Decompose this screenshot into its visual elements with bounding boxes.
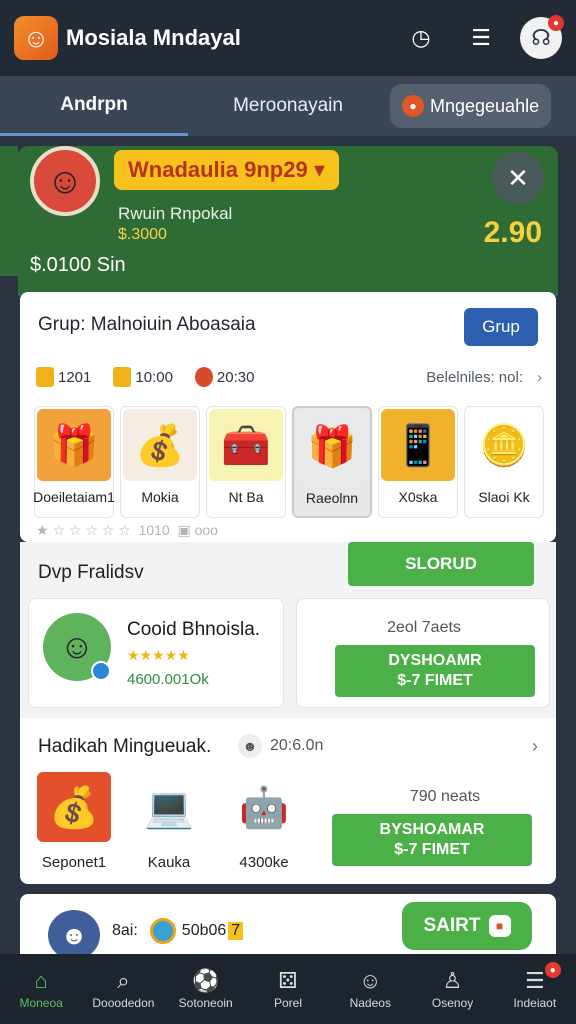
- user-icon: ♙: [442, 968, 463, 993]
- offer-subtitle: 2eol 7aets: [387, 619, 461, 636]
- hero-banner: ☺ Wnadaulia 9np29 ▾ Rwuin Rnpokal $.3000…: [18, 146, 558, 296]
- search-icon: ⌕: [117, 968, 130, 993]
- offer-button[interactable]: DYSHOAMR $-7 FIMET: [335, 645, 535, 697]
- promo-name: Cooid Bhnoisla.: [127, 619, 261, 640]
- star-rating: ★★★★★: [127, 647, 190, 663]
- dice-icon: ⚄: [278, 968, 298, 993]
- top-bar: ☺ Mosiala Mndayal ◷ ☰ ☊ ●: [0, 0, 576, 76]
- offers-title: Dvp Fralidsv: [38, 562, 144, 583]
- coin-icon: [149, 918, 176, 944]
- timer-icon: [113, 367, 132, 387]
- coin-icon: [36, 367, 54, 387]
- item-tiles: 🎁 Doeiletaiam1 💰 Mokia 🧰 Nt Ba 🎁 Raeolnn 📱 X0…: [33, 406, 544, 522]
- highlight-subtitle: 790 neats: [409, 788, 481, 805]
- nav-porel[interactable]: ⚄ Porel: [248, 968, 328, 1010]
- bottom-promo-text: 8ai: 50b06 7: [112, 918, 244, 944]
- nav-nadeos[interactable]: ☺ Nadeos: [330, 968, 410, 1010]
- bottom-nav: ⌂ Moneoa ⌕ Dooodedon ⚽ Sotoneoin ⚄ Porel ☺ Na…: [0, 954, 576, 1024]
- home-icon: ⌂: [34, 968, 48, 993]
- highlight-item[interactable]: 💰 Seponet1: [34, 772, 114, 872]
- nav-indeiaot[interactable]: ☰ Indeiaot ●: [495, 962, 575, 1010]
- fire-icon: [194, 367, 213, 387]
- start-button[interactable]: SAIRT ■: [402, 902, 532, 950]
- gift-icon: 🎁: [295, 410, 369, 482]
- stat-item: 20:30: [194, 367, 254, 387]
- tab-label: Mngegeuahle: [430, 95, 540, 116]
- rating-row: ★ ☆ ☆ ☆ ☆ ☆ 1010 ▣ ooo: [36, 522, 218, 538]
- group-card: Grup: Malnoiuin Aboasaia Grup 1201 10:00…: [20, 292, 556, 542]
- treasure-chest-icon: 💰: [37, 772, 111, 842]
- machine-icon: 🧰: [209, 409, 283, 481]
- robot-icon: 🤖: [227, 772, 301, 842]
- menu-icon[interactable]: ☰: [460, 17, 502, 59]
- group-button[interactable]: Grup: [464, 308, 538, 346]
- tab-andrpn[interactable]: Andrpn: [0, 76, 188, 136]
- promo-value: 4600.001Ok: [127, 671, 209, 688]
- clock-icon[interactable]: ◷: [400, 17, 442, 59]
- highlight-item[interactable]: 🤖 4300ke: [224, 772, 304, 872]
- group-stats: 1201 10:00 20:30 Belelniles: nol: ›: [36, 364, 542, 390]
- tab-meroonayain[interactable]: Meroonayain: [188, 76, 388, 136]
- bottom-promo-card: ☻ 8ai: 50b06 7 SAIRT ■: [20, 894, 556, 960]
- highlight-card: Hadikah Mingueuak. ☻ 20:6.0n › 💰 Seponet1 …: [20, 718, 556, 884]
- mascot-icon: ☻: [48, 910, 100, 960]
- ghost-icon: ☻: [238, 734, 262, 758]
- nav-badge: ●: [544, 962, 561, 978]
- notification-badge: ●: [548, 15, 564, 31]
- tile-item[interactable]: 🎁 Doeiletaiam1: [33, 406, 115, 518]
- notification-icon[interactable]: ☊ ●: [520, 15, 564, 59]
- promo-card[interactable]: ☺ Cooid Bhnoisla. ★★★★★ 4600.001Ok: [28, 598, 284, 708]
- stat-item: 1201: [36, 367, 91, 387]
- gift-box-icon: 🎁: [37, 409, 111, 481]
- hero-balance: $.0100 Sin: [30, 254, 126, 276]
- tab-bar: Andrpn Meroonayain ● Mngegeuahle: [0, 76, 576, 136]
- highlight-item[interactable]: 💻 Kauka: [129, 772, 209, 872]
- group-icon: ☺: [359, 968, 382, 993]
- app-title: Mosiala Mndayal: [66, 25, 241, 50]
- verified-icon: [91, 661, 111, 681]
- nav-search[interactable]: ⌕ Dooodedon: [83, 968, 163, 1010]
- list-icon: ☰: [524, 968, 545, 993]
- nav-sports[interactable]: ⚽ Sotoneoin: [166, 968, 246, 1010]
- close-icon[interactable]: ✕: [492, 152, 544, 204]
- nav-home[interactable]: ⌂ Moneoa: [1, 968, 81, 1010]
- nav-osenoy[interactable]: ♙ Osenoy: [413, 968, 493, 1010]
- tile-item[interactable]: 🧰 Nt Ba: [206, 406, 286, 518]
- treasure-icon: 💰: [123, 409, 197, 481]
- highlight-title: Hadikah Mingueuak.: [38, 736, 212, 757]
- tile-item[interactable]: 🪙 Slaoi Kk: [464, 406, 544, 518]
- hero-badge: Wnadaulia 9np29 ▾: [114, 150, 339, 190]
- slorud-button[interactable]: SLORUD: [348, 542, 534, 586]
- tile-item-selected[interactable]: 🎁 Raeolnn: [292, 406, 372, 518]
- highlight-button[interactable]: BYSHOAMAR $-7 FIMET: [332, 814, 532, 866]
- group-title: Grup: Malnoiuin Aboasaia: [38, 314, 256, 335]
- tablet-icon: 📱: [381, 409, 455, 481]
- tile-item[interactable]: 💰 Mokia: [120, 406, 200, 518]
- profile-avatar[interactable]: ☺: [30, 146, 100, 216]
- stat-item: 10:00: [113, 367, 173, 387]
- tile-item[interactable]: 📱 X0ska: [378, 406, 458, 518]
- tab-mngegeuahle[interactable]: ● Mngegeuahle: [390, 84, 552, 128]
- ball-icon: ⚽: [192, 968, 220, 993]
- hero-sub: $.3000: [118, 226, 167, 243]
- gift-icon: ■: [488, 915, 511, 937]
- gold-icon: 🪙: [467, 409, 541, 481]
- chevron-right-icon[interactable]: ›: [532, 736, 538, 757]
- offer-card: 2eol 7aets DYSHOAMR $-7 FIMET: [296, 598, 550, 708]
- diamond-icon: ▾: [313, 157, 325, 182]
- app-avatar-icon[interactable]: ☺: [14, 16, 58, 60]
- offers-section: Dvp Fralidsv SLORUD ☺ Cooid Bhnoisla. ★★…: [20, 542, 556, 718]
- hero-edge: [0, 146, 18, 276]
- chevron-right-icon[interactable]: ›: [537, 369, 542, 386]
- laptop-icon: 💻: [132, 772, 206, 842]
- highlight-extra: ☻ 20:6.0n: [238, 734, 323, 758]
- stats-more-link[interactable]: Belelniles: nol:: [426, 369, 523, 386]
- highlight-items: 💰 Seponet1 💻 Kauka 🤖 4300ke: [34, 772, 304, 872]
- hero-name: Rwuin Rnpokal: [118, 204, 233, 223]
- fire-icon: ●: [402, 95, 424, 117]
- hero-amount: 2.90: [483, 216, 542, 249]
